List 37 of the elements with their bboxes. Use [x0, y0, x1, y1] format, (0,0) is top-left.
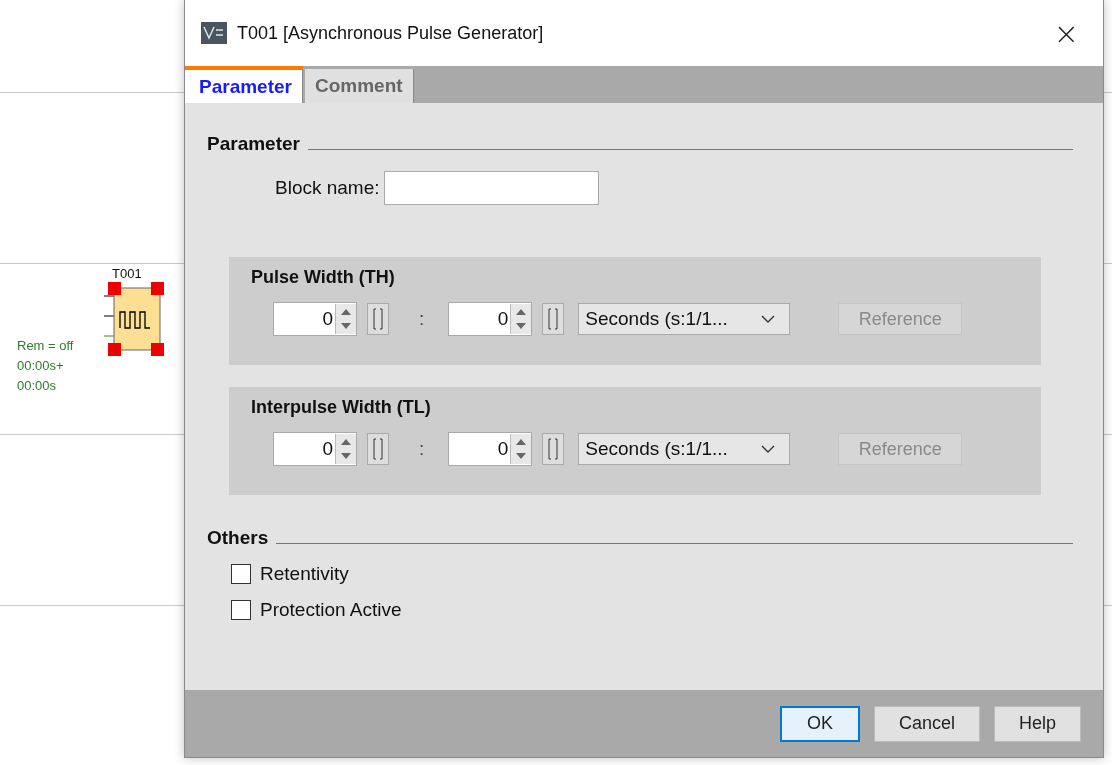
bracket-icon[interactable]: [367, 303, 389, 335]
number-spinner[interactable]: 0: [448, 302, 533, 336]
block-name-field[interactable]: [383, 171, 599, 205]
unit-dropdown[interactable]: Seconds (s:1/1...: [578, 303, 791, 335]
number-spinner[interactable]: 0: [273, 302, 357, 336]
block-label: T001: [112, 266, 142, 281]
caret-icon: [761, 445, 776, 453]
app-logo-icon: [201, 22, 227, 44]
window-title: T001 [Asynchronous Pulse Generator]: [237, 22, 545, 44]
separator: :: [419, 308, 425, 330]
close-button[interactable]: ×: [1045, 15, 1087, 51]
bracket-icon[interactable]: [542, 303, 565, 335]
checkbox[interactable]: [231, 600, 251, 620]
checkbox-label: Protection Active: [260, 599, 402, 621]
block-name-label: Block name:: [275, 177, 380, 199]
section-heading: Parameter: [207, 133, 300, 155]
pulse-generator-block[interactable]: [104, 280, 166, 358]
checkbox[interactable]: [231, 564, 251, 584]
group-title: Interpulse Width (TL): [251, 397, 432, 418]
bracket-icon[interactable]: [542, 433, 565, 465]
tab[interactable]: Comment: [304, 69, 414, 103]
time-label: 00:00s+: [17, 358, 65, 373]
dialog-button[interactable]: Help: [993, 705, 1081, 742]
time-label: 00:00s: [17, 378, 58, 393]
unit-dropdown[interactable]: Seconds (s:1/1...: [578, 433, 791, 465]
dialog-button[interactable]: Cancel: [873, 705, 980, 742]
number-spinner[interactable]: 0: [273, 432, 357, 466]
tab[interactable]: Parameter: [185, 66, 303, 103]
dialog-button[interactable]: OK: [779, 705, 860, 742]
separator: :: [419, 438, 425, 460]
remanence-label: Rem = off: [17, 338, 74, 353]
group-title: Pulse Width (TH): [251, 267, 396, 288]
section-heading: Others: [207, 527, 269, 549]
checkbox-label: Retentivity: [260, 563, 349, 585]
caret-icon: [761, 315, 776, 323]
bracket-icon[interactable]: [367, 433, 389, 465]
number-spinner[interactable]: 0: [448, 432, 533, 466]
